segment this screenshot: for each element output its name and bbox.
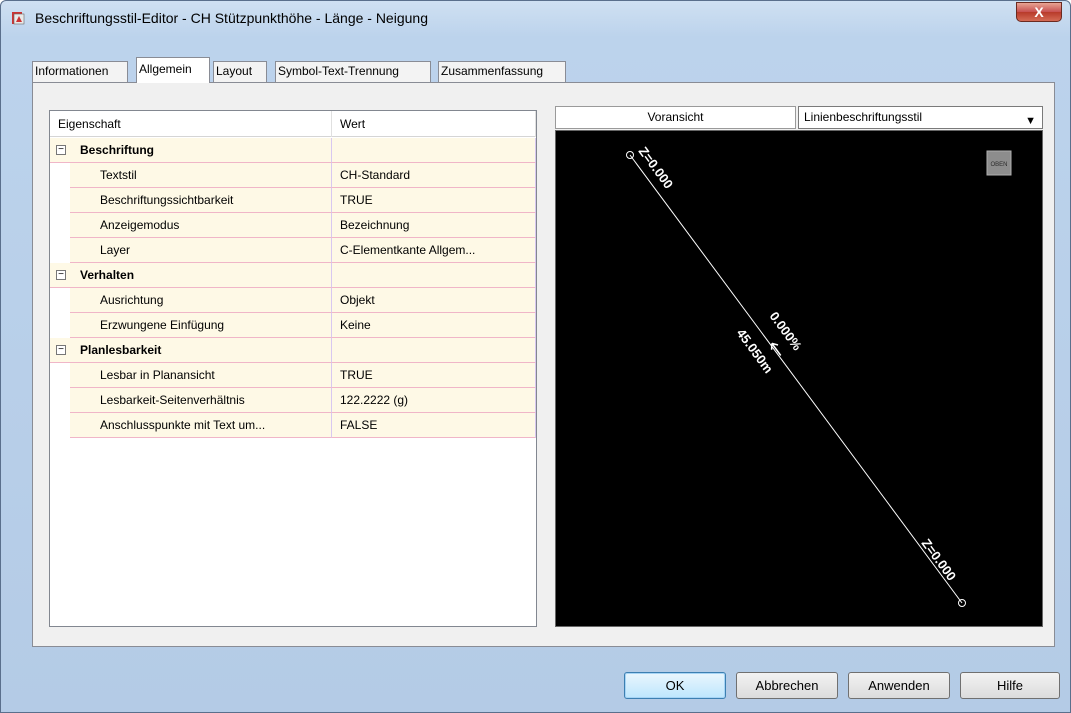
line-segment bbox=[629, 154, 963, 604]
help-button[interactable]: Hilfe bbox=[960, 672, 1060, 699]
row-indent bbox=[50, 363, 70, 388]
property-value[interactable]: TRUE bbox=[332, 188, 536, 213]
table-row[interactable]: Anzeigemodus Bezeichnung bbox=[50, 213, 536, 238]
close-button[interactable]: X bbox=[1016, 2, 1062, 22]
row-indent bbox=[50, 288, 70, 313]
property-name: Lesbar in Planansicht bbox=[70, 363, 332, 388]
group-label: Planlesbarkeit bbox=[50, 338, 332, 363]
row-indent bbox=[50, 413, 70, 438]
tab-allgemein[interactable]: Allgemein bbox=[136, 57, 210, 83]
table-row[interactable]: Layer C-Elementkante Allgem... bbox=[50, 238, 536, 263]
table-row[interactable]: Anschlusspunkte mit Text um... FALSE bbox=[50, 413, 536, 438]
tab-informationen[interactable]: Informationen bbox=[32, 61, 128, 82]
property-value[interactable]: TRUE bbox=[332, 363, 536, 388]
group-value-empty bbox=[332, 338, 536, 363]
apply-button[interactable]: Anwenden bbox=[848, 672, 950, 699]
table-row[interactable]: Ausrichtung Objekt bbox=[50, 288, 536, 313]
collapse-icon[interactable]: − bbox=[56, 345, 66, 355]
group-value-empty bbox=[332, 138, 536, 163]
group-label: Verhalten bbox=[50, 263, 332, 288]
group-label: Beschriftung bbox=[50, 138, 332, 163]
length-label: 45.050m bbox=[734, 326, 777, 376]
app-icon bbox=[12, 12, 25, 25]
property-name: Layer bbox=[70, 238, 332, 263]
chevron-down-icon: ▼ bbox=[1025, 115, 1036, 127]
group-row-beschriftung[interactable]: Beschriftung − bbox=[50, 138, 536, 163]
preview-tab[interactable]: Voransicht bbox=[555, 106, 796, 129]
ok-button[interactable]: OK bbox=[624, 672, 726, 699]
table-row[interactable]: Erzwungene Einfügung Keine bbox=[50, 313, 536, 338]
tab-layout[interactable]: Layout bbox=[213, 61, 267, 82]
table-row[interactable]: Lesbarkeit-Seitenverhältnis 122.2222 (g) bbox=[50, 388, 536, 413]
preview-canvas[interactable]: Z=0.000 Z=0.000 0.000% 45.050m OBEN bbox=[555, 130, 1043, 627]
group-value-empty bbox=[332, 263, 536, 288]
group-row-planlesbarkeit[interactable]: Planlesbarkeit − bbox=[50, 338, 536, 363]
property-value[interactable]: Objekt bbox=[332, 288, 536, 313]
slope-arrow-icon bbox=[770, 342, 782, 356]
preview-drawing: Z=0.000 Z=0.000 0.000% 45.050m OBEN bbox=[626, 144, 1012, 607]
table-row[interactable]: Beschriftungssichtbarkeit TRUE bbox=[50, 188, 536, 213]
header-property[interactable]: Eigenschaft bbox=[50, 111, 332, 137]
property-name: Lesbarkeit-Seitenverhältnis bbox=[70, 388, 332, 413]
header-value[interactable]: Wert bbox=[332, 111, 536, 137]
end-elevation-label: Z=0.000 bbox=[919, 536, 960, 584]
window-title: Beschriftungsstil-Editor - CH Stützpunkt… bbox=[35, 10, 428, 26]
table-row[interactable]: Lesbar in Planansicht TRUE bbox=[50, 363, 536, 388]
row-indent bbox=[50, 163, 70, 188]
property-name: Erzwungene Einfügung bbox=[70, 313, 332, 338]
collapse-icon[interactable]: − bbox=[56, 270, 66, 280]
row-indent bbox=[50, 388, 70, 413]
row-indent bbox=[50, 313, 70, 338]
label-style-select-value: Linienbeschriftungsstil bbox=[804, 110, 923, 124]
property-value[interactable]: Keine bbox=[332, 313, 536, 338]
grid-header: Eigenschaft Wert bbox=[50, 111, 536, 137]
preview-header: Voransicht Linienbeschriftungsstil ▼ bbox=[555, 106, 1043, 129]
tab-symbol-text-trennung[interactable]: Symbol-Text-Trennung bbox=[275, 61, 431, 82]
property-value[interactable]: 122.2222 (g) bbox=[332, 388, 536, 413]
row-indent bbox=[50, 238, 70, 263]
property-grid[interactable]: Eigenschaft Wert Beschriftung − Textstil… bbox=[49, 110, 537, 627]
collapse-icon[interactable]: − bbox=[56, 145, 66, 155]
viewcube-label: OBEN bbox=[990, 162, 1007, 168]
label-style-select[interactable]: Linienbeschriftungsstil ▼ bbox=[798, 106, 1043, 129]
property-value[interactable]: FALSE bbox=[332, 413, 536, 438]
property-name: Ausrichtung bbox=[70, 288, 332, 313]
property-name: Textstil bbox=[70, 163, 332, 188]
row-indent bbox=[50, 213, 70, 238]
group-row-verhalten[interactable]: Verhalten − bbox=[50, 263, 536, 288]
row-indent bbox=[50, 188, 70, 213]
property-value[interactable]: CH-Standard bbox=[332, 163, 536, 188]
property-value[interactable]: Bezeichnung bbox=[332, 213, 536, 238]
table-row[interactable]: Textstil CH-Standard bbox=[50, 163, 536, 188]
title-bar: Beschriftungsstil-Editor - CH Stützpunkt… bbox=[1, 1, 1070, 35]
property-name: Anzeigemodus bbox=[70, 213, 332, 238]
tab-zusammenfassung[interactable]: Zusammenfassung bbox=[438, 61, 566, 82]
property-name: Anschlusspunkte mit Text um... bbox=[70, 413, 332, 438]
property-value[interactable]: C-Elementkante Allgem... bbox=[332, 238, 536, 263]
cancel-button[interactable]: Abbrechen bbox=[736, 672, 838, 699]
property-name: Beschriftungssichtbarkeit bbox=[70, 188, 332, 213]
start-elevation-label: Z=0.000 bbox=[636, 144, 677, 192]
